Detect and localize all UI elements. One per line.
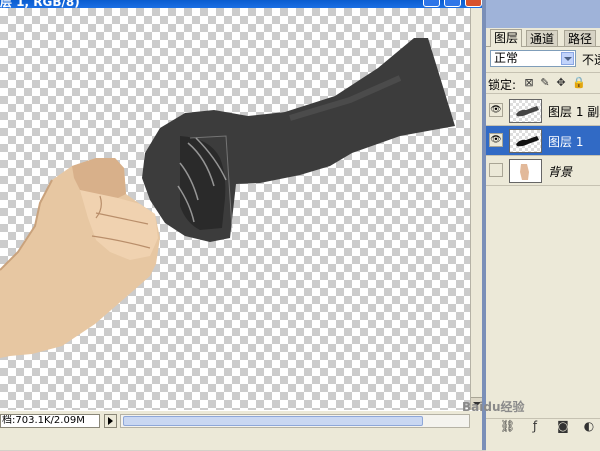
lock-move-icon[interactable]: ✥ xyxy=(555,77,567,89)
grey-fist-image xyxy=(142,38,455,242)
document-title: 层 1, RGB/8) xyxy=(0,0,80,8)
adjustment-icon[interactable]: ◐ xyxy=(582,419,596,433)
horizontal-scroll-thumb[interactable] xyxy=(123,416,423,426)
chevron-down-icon[interactable] xyxy=(561,52,574,65)
layer-name: 背景 xyxy=(548,165,573,179)
layer-thumbnail xyxy=(509,159,542,183)
canvas-artwork xyxy=(0,38,455,358)
close-button[interactable] xyxy=(465,0,482,7)
panel-bottom-toolbar: ⛓ ƒ ◙ ◐ xyxy=(486,418,600,451)
watermark: Baidu经验 xyxy=(462,400,525,414)
link-icon[interactable]: ⛓ xyxy=(500,419,515,433)
fx-icon[interactable]: ƒ xyxy=(528,419,542,433)
eye-icon[interactable]: 👁 xyxy=(489,133,503,147)
lock-transparency-icon[interactable]: ⊠ xyxy=(523,77,535,89)
blend-mode-select[interactable]: 正常 xyxy=(490,50,576,67)
tab-layers[interactable]: 图层 xyxy=(490,29,523,47)
document-titlebar[interactable]: 层 1, RGB/8) xyxy=(0,0,482,8)
eye-icon[interactable]: 👁 xyxy=(489,103,503,117)
panel-header[interactable] xyxy=(486,0,600,28)
hand-image xyxy=(0,158,160,358)
tab-paths[interactable]: 路径 xyxy=(564,30,597,46)
lock-all-icon[interactable]: 🔒 xyxy=(572,77,586,89)
minimize-button[interactable] xyxy=(423,0,440,7)
layer-thumbnail xyxy=(509,129,542,153)
mask-icon[interactable]: ◙ xyxy=(556,419,570,433)
document-size-readout: 档:703.1K/2.09M xyxy=(0,414,100,428)
bottom-strip xyxy=(0,430,482,450)
layer-name: 图层 1 xyxy=(548,135,584,149)
tab-channels[interactable]: 通道 xyxy=(526,30,559,46)
opacity-label: 不透 xyxy=(582,53,600,67)
status-bar: 档:703.1K/2.09M xyxy=(0,410,482,430)
layer-row-copy[interactable]: 👁 图层 1 副本 xyxy=(486,96,600,126)
maximize-button[interactable] xyxy=(444,0,461,7)
horizontal-scrollbar[interactable] xyxy=(120,414,470,428)
canvas[interactable] xyxy=(0,8,470,410)
blend-mode-value: 正常 xyxy=(494,51,519,65)
layers-panel: 图层 通道 路径 正常 不透 锁定: ⊠ ✎ ✥ 🔒 👁 图层 1 副本 👁 图… xyxy=(486,0,600,451)
document-window: 层 1, RGB/8) 档:703.1K/2.09M xyxy=(0,0,482,450)
layer-row-selected[interactable]: 👁 图层 1 xyxy=(486,126,600,156)
layer-row-background[interactable]: 背景 xyxy=(486,156,600,186)
visibility-toggle-empty[interactable] xyxy=(489,163,503,177)
status-menu-arrow-icon[interactable] xyxy=(104,414,117,428)
layer-thumbnail xyxy=(509,99,542,123)
lock-paint-icon[interactable]: ✎ xyxy=(539,77,551,89)
lock-label: 锁定: xyxy=(488,78,517,92)
vertical-scrollbar[interactable] xyxy=(470,8,482,410)
layer-name: 图层 1 副本 xyxy=(548,105,600,119)
lock-row: 锁定: ⊠ ✎ ✥ 🔒 xyxy=(486,72,600,94)
